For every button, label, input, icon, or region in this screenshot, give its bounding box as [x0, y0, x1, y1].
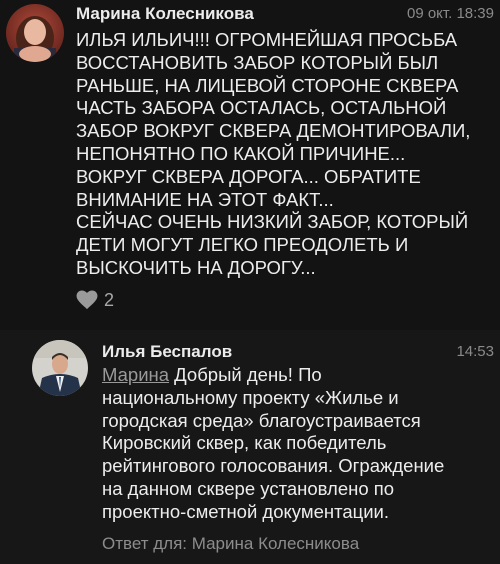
comment-text-line: Кировский сквер, как победитель [102, 432, 387, 454]
avatar-photo-ilya [32, 340, 88, 396]
comment-text-line: СЕЙЧАС ОЧЕНЬ НИЗКИЙ ЗАБОР, КОТОРЫЙ [76, 211, 469, 233]
avatar-photo-marina [6, 4, 64, 62]
comment-text-line: на данном сквере установлено по [102, 477, 395, 499]
comment-time: 14:53 [456, 343, 494, 360]
comment-author[interactable]: Марина Колесникова [76, 4, 254, 24]
comment-text-line: ВЫСКОЧИТЬ НА ДОРОГУ... [76, 256, 316, 278]
likes-count: 2 [104, 289, 115, 310]
comment-text-line: ЗАБОР ВОКРУГ СКВЕРА ДЕМОНТИРОВАЛИ, [76, 120, 471, 142]
heart-icon [76, 290, 98, 310]
mention-link[interactable]: Марина [102, 364, 169, 385]
comment-marina: Марина Колесникова 09 окт. 18:39 ИЛЬЯ ИЛ… [0, 0, 500, 330]
comment-text: Марина Добрый день! По национальному про… [102, 364, 496, 524]
comment-ilya: Илья Беспалов 14:53 Марина Добрый день! … [0, 330, 500, 564]
reply-to-link[interactable]: Ответ для: Марина Колесникова [102, 534, 359, 554]
comment-text-line: проектно-сметной документации. [102, 500, 390, 522]
comment-text-line: НЕПОНЯТНО ПО КАКОЙ ПРИЧИНЕ... [76, 142, 406, 164]
comment-text-line: ВОССТАНОВИТЬ ЗАБОР КОТОРЫЙ БЫЛ [76, 51, 439, 73]
comment-text-line: ВОКРУГ СКВЕРА ДОРОГА... ОБРАТИТЕ [76, 165, 421, 187]
comment-text-line: городская среда» благоустраивается [102, 409, 421, 431]
comment-text: ИЛЬЯ ИЛЬИЧ!!! ОГРОМНЕЙШАЯ ПРОСЬБА ВОССТА… [76, 29, 496, 280]
comment-text-line: ЧАСТЬ ЗАБОРА ОСТАЛАСЬ, ОСТАЛЬНОЙ [76, 97, 447, 119]
avatar-marina[interactable] [6, 4, 64, 62]
comment-text-line: рейтингового голосования. Ограждение [102, 455, 445, 477]
comment-text-line: национальному проекту «Жилье и [102, 386, 399, 408]
comment-text-line: ДЕТИ МОГУТ ЛЕГКО ПРЕОДОЛЕТЬ И [76, 234, 409, 256]
comment-time: 09 окт. 18:39 [406, 5, 494, 22]
comment-text-line: РАНЬШЕ, НА ЛИЦЕВОЙ СТОРОНЕ СКВЕРА [76, 74, 459, 96]
comment-text-line: ВНИМАНИЕ НА ЭТОТ ФАКТ... [76, 188, 334, 210]
avatar-ilya[interactable] [32, 340, 88, 396]
comment-author[interactable]: Илья Беспалов [102, 342, 232, 362]
like-button[interactable]: 2 [76, 289, 114, 311]
comment-text-line: ИЛЬЯ ИЛЬИЧ!!! ОГРОМНЕЙШАЯ ПРОСЬБА [76, 29, 458, 50]
comment-text-line: Марина Добрый день! По [102, 364, 496, 387]
comment-text-fragment: Добрый день! По [169, 364, 322, 385]
